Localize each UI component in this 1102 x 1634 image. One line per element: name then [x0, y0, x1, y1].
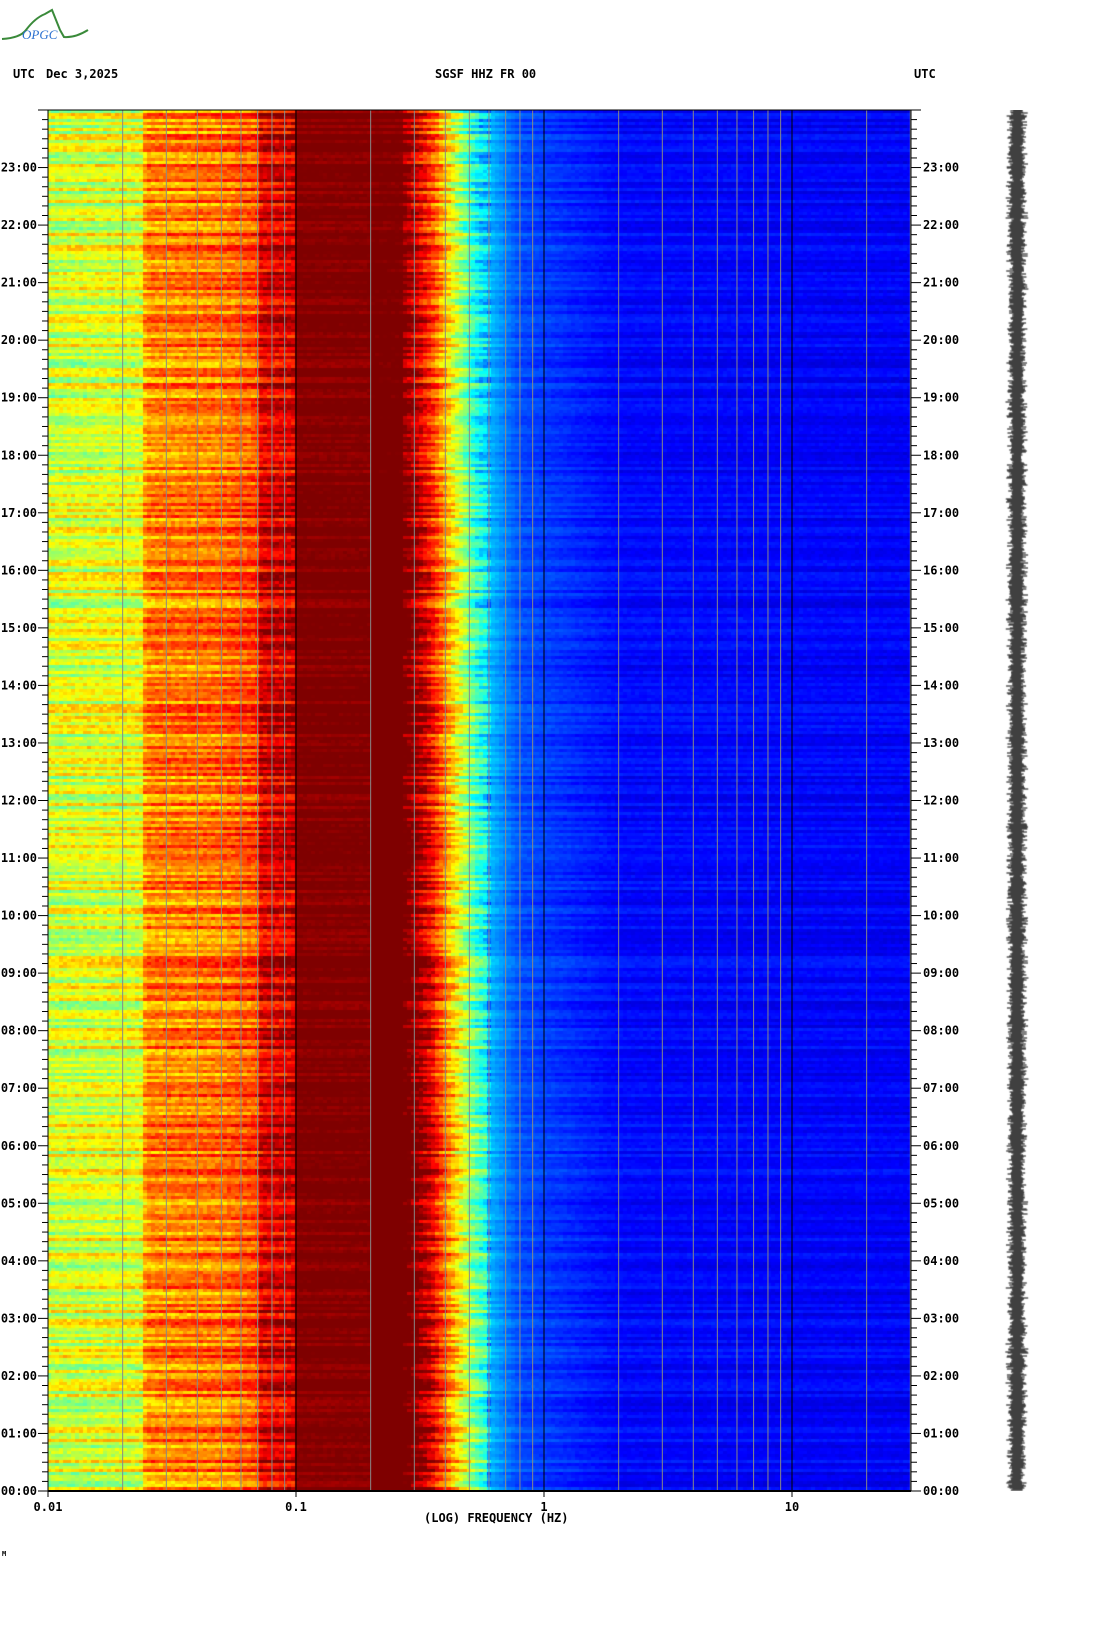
y-tick-label-left: 18:00 [1, 448, 37, 462]
x-tick-label: 0.01 [34, 1500, 63, 1514]
y-tick-label-left: 17:00 [1, 506, 37, 520]
y-tick-label-right: 18:00 [923, 448, 959, 462]
y-tick-label-right: 22:00 [923, 218, 959, 232]
y-tick-label-right: 04:00 [923, 1254, 959, 1268]
y-tick-label-right: 17:00 [923, 506, 959, 520]
y-tick-label-right: 11:00 [923, 851, 959, 865]
y-tick-label-right: 06:00 [923, 1139, 959, 1153]
y-tick-label-right: 21:00 [923, 276, 959, 290]
y-tick-label-right: 12:00 [923, 794, 959, 808]
y-tick-label-left: 08:00 [1, 1024, 37, 1038]
seismogram-trace [1000, 110, 1035, 1491]
y-tick-label-left: 15:00 [1, 621, 37, 635]
y-tick-label-left: 13:00 [1, 736, 37, 750]
y-tick-label-left: 19:00 [1, 391, 37, 405]
y-tick-label-left: 06:00 [1, 1139, 37, 1153]
y-tick-label-right: 05:00 [923, 1196, 959, 1210]
y-tick-label-left: 12:00 [1, 794, 37, 808]
y-tick-label-left: 14:00 [1, 678, 37, 692]
y-tick-label-left: 20:00 [1, 333, 37, 347]
x-axis-label: (LOG) FREQUENCY (HZ) [424, 1511, 569, 1525]
y-tick-label-left: 05:00 [1, 1196, 37, 1210]
y-tick-label-right: 09:00 [923, 966, 959, 980]
y-tick-label-left: 21:00 [1, 276, 37, 290]
y-tick-label-right: 03:00 [923, 1311, 959, 1325]
y-tick-label-left: 16:00 [1, 563, 37, 577]
chart-axes: 0.01 0.1 1 1000:00 00:0001:00 01:0002:00 02:00… [1, 109, 959, 1514]
y-tick-label-right: 20:00 [923, 333, 959, 347]
y-tick-label-right: 01:00 [923, 1426, 959, 1440]
y-tick-label-left: 22:00 [1, 218, 37, 232]
y-tick-label-right: 00:00 [923, 1484, 959, 1498]
y-tick-label-right: 10:00 [923, 909, 959, 923]
y-tick-label-right: 14:00 [923, 678, 959, 692]
y-tick-label-right: 02:00 [923, 1369, 959, 1383]
x-tick-label: 10 [785, 1500, 799, 1514]
y-tick-label-left: 23:00 [1, 161, 37, 175]
y-tick-label-right: 07:00 [923, 1081, 959, 1095]
footer-mark: M [2, 1550, 7, 1558]
y-tick-label-left: 10:00 [1, 909, 37, 923]
y-tick-label-left: 11:00 [1, 851, 37, 865]
y-tick-label-right: 19:00 [923, 391, 959, 405]
y-tick-label-left: 07:00 [1, 1081, 37, 1095]
y-tick-label-left: 04:00 [1, 1254, 37, 1268]
plot-frame [47, 109, 912, 1492]
y-tick-label-right: 23:00 [923, 161, 959, 175]
y-tick-label-left: 00:00 [1, 1484, 37, 1498]
y-tick-label-right: 15:00 [923, 621, 959, 635]
y-tick-label-right: 13:00 [923, 736, 959, 750]
y-tick-label-left: 01:00 [1, 1426, 37, 1440]
y-tick-label-left: 09:00 [1, 966, 37, 980]
y-tick-label-left: 03:00 [1, 1311, 37, 1325]
y-tick-label-left: 02:00 [1, 1369, 37, 1383]
x-tick-label: 0.1 [285, 1500, 307, 1514]
y-tick-label-right: 08:00 [923, 1024, 959, 1038]
y-tick-label-right: 16:00 [923, 563, 959, 577]
